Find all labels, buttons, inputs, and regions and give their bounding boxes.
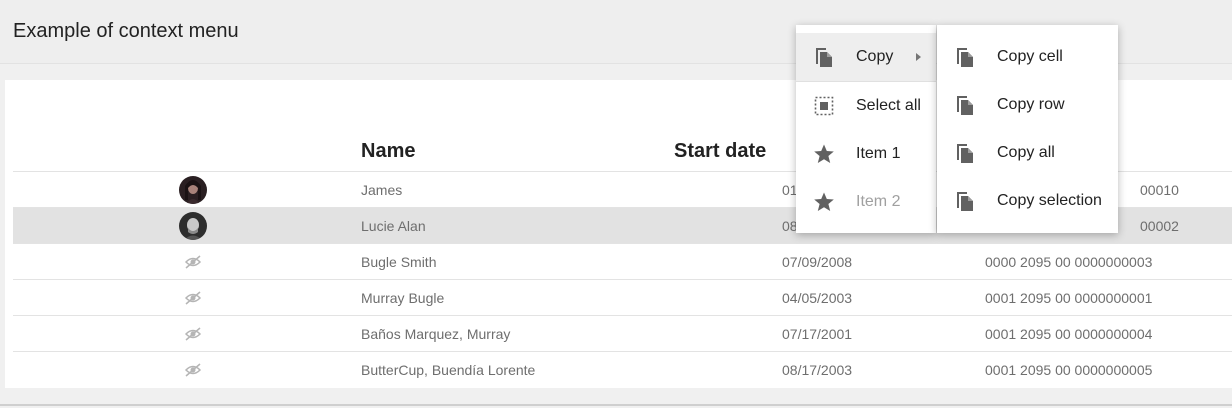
table-row[interactable]: ButterCup, Buendía Lorente 08/17/2003 00… <box>13 352 1232 388</box>
star-icon <box>814 192 834 211</box>
copy-icon <box>816 48 832 67</box>
submenu-item-copy-cell[interactable]: Copy cell <box>937 33 1118 81</box>
menu-item-select-all[interactable]: Select all <box>796 82 936 130</box>
column-header-name[interactable]: Name <box>361 140 415 163</box>
submenu-item-label: Copy selection <box>997 192 1102 209</box>
cell-account: 00002 <box>1140 218 1179 234</box>
menu-item-item-2-disabled: Item 2 <box>796 178 936 226</box>
submenu-arrow-icon <box>916 53 921 61</box>
table-row[interactable]: Bugle Smith 07/09/2008 0000 2095 00 0000… <box>13 244 1232 280</box>
submenu-item-copy-row[interactable]: Copy row <box>937 81 1118 129</box>
cell-name: Bugle Smith <box>361 254 437 270</box>
copy-submenu: Copy cell Copy row Copy all Copy selecti… <box>937 25 1118 233</box>
cell-name: Murray Bugle <box>361 290 445 306</box>
no-image-icon <box>184 291 202 305</box>
no-image-icon <box>184 363 202 377</box>
star-icon <box>814 144 834 163</box>
menu-item-label: Item 1 <box>856 145 901 162</box>
table-row[interactable]: Baños Marquez, Murray 07/17/2001 0001 20… <box>13 316 1232 352</box>
copy-icon <box>957 96 973 115</box>
menu-item-label: Item 2 <box>856 193 901 210</box>
cell-account: 0001 2095 00 0000000005 <box>985 362 1153 378</box>
menu-item-label: Copy <box>856 48 894 65</box>
submenu-item-copy-all[interactable]: Copy all <box>937 129 1118 177</box>
menu-item-label: Select all <box>856 97 921 114</box>
cell-name: James <box>361 182 403 198</box>
no-image-icon <box>184 327 202 341</box>
page-title: Example of context menu <box>13 20 239 42</box>
submenu-item-label: Copy all <box>997 144 1055 161</box>
select-all-icon <box>814 96 834 116</box>
cell-account: 00010 <box>1140 182 1179 198</box>
cell-start-date: 07/17/2001 <box>782 326 853 342</box>
menu-item-copy[interactable]: Copy <box>796 33 936 81</box>
submenu-item-label: Copy cell <box>997 48 1063 65</box>
context-menu: Copy Select all Item 1 Item 2 <box>796 25 936 233</box>
avatar <box>179 176 207 204</box>
submenu-item-copy-selection[interactable]: Copy selection <box>937 177 1118 225</box>
column-header-start-date[interactable]: Start date <box>674 140 766 163</box>
copy-icon <box>957 144 973 163</box>
cell-name: Lucie Alan <box>361 218 426 234</box>
cell-account: 0001 2095 00 0000000001 <box>985 290 1153 306</box>
submenu-item-label: Copy row <box>997 96 1065 113</box>
table-row[interactable]: Murray Bugle 04/05/2003 0001 2095 00 000… <box>13 280 1232 316</box>
avatar <box>179 212 207 240</box>
cell-start-date: 08/17/2003 <box>782 362 853 378</box>
no-image-icon <box>184 255 202 269</box>
copy-icon <box>957 48 973 67</box>
cell-start-date: 04/05/2003 <box>782 290 853 306</box>
bottom-border <box>0 404 1232 406</box>
cell-start-date: 07/09/2008 <box>782 254 853 270</box>
cell-account: 0001 2095 00 0000000004 <box>985 326 1153 342</box>
menu-item-item-1[interactable]: Item 1 <box>796 130 936 178</box>
cell-account: 0000 2095 00 0000000003 <box>985 254 1153 270</box>
copy-icon <box>957 192 973 211</box>
cell-name: Baños Marquez, Murray <box>361 326 511 342</box>
cell-name: ButterCup, Buendía Lorente <box>361 362 536 378</box>
